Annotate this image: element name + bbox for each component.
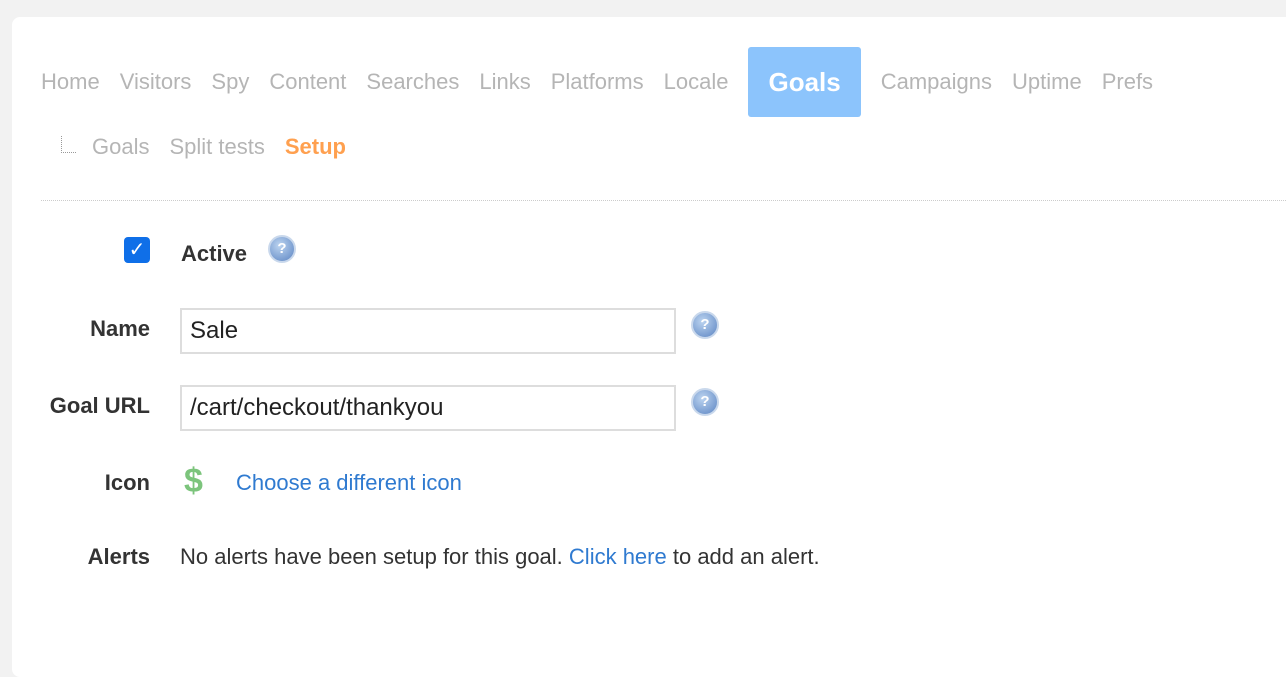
add-alert-link[interactable]: Click here: [569, 544, 667, 569]
active-checkbox[interactable]: ✓: [124, 237, 150, 263]
alerts-message: No alerts have been setup for this goal.: [180, 544, 563, 569]
choose-icon-link[interactable]: Choose a different icon: [236, 470, 462, 495]
help-icon[interactable]: ?: [691, 311, 719, 339]
icon-label: Icon: [104, 470, 150, 495]
subnav-split-tests[interactable]: Split tests: [169, 134, 264, 160]
nav-searches[interactable]: Searches: [366, 69, 459, 95]
nav-visitors[interactable]: Visitors: [120, 69, 192, 95]
alerts-suffix: to add an alert.: [672, 544, 820, 569]
nav-spy[interactable]: Spy: [211, 69, 249, 95]
goal-url-label: Goal URL: [49, 393, 150, 418]
active-label: Active: [181, 241, 248, 266]
help-icon[interactable]: ?: [691, 388, 719, 416]
main-nav: Home Visitors Spy Content Searches Links…: [41, 47, 1153, 117]
nav-campaigns[interactable]: Campaigns: [881, 69, 992, 95]
nav-uptime[interactable]: Uptime: [1012, 69, 1082, 95]
sub-nav: Goals Split tests Setup: [61, 134, 346, 160]
alerts-text: No alerts have been setup for this goal.…: [180, 544, 820, 570]
name-label: Name: [90, 316, 150, 341]
nav-prefs[interactable]: Prefs: [1102, 69, 1153, 95]
nav-links[interactable]: Links: [479, 69, 530, 95]
nav-locale[interactable]: Locale: [664, 69, 729, 95]
nav-home[interactable]: Home: [41, 69, 100, 95]
nav-platforms[interactable]: Platforms: [551, 69, 644, 95]
help-icon[interactable]: ?: [268, 235, 296, 263]
alerts-label: Alerts: [87, 544, 150, 569]
name-input[interactable]: Sale: [180, 308, 676, 354]
goal-url-input[interactable]: /cart/checkout/thankyou: [180, 385, 676, 431]
dollar-icon: $: [184, 462, 203, 500]
divider: [41, 200, 1286, 201]
nav-content[interactable]: Content: [269, 69, 346, 95]
tree-branch-icon: [61, 135, 76, 153]
subnav-goals[interactable]: Goals: [92, 134, 149, 160]
subnav-setup[interactable]: Setup: [285, 134, 346, 160]
nav-goals[interactable]: Goals: [748, 47, 861, 117]
